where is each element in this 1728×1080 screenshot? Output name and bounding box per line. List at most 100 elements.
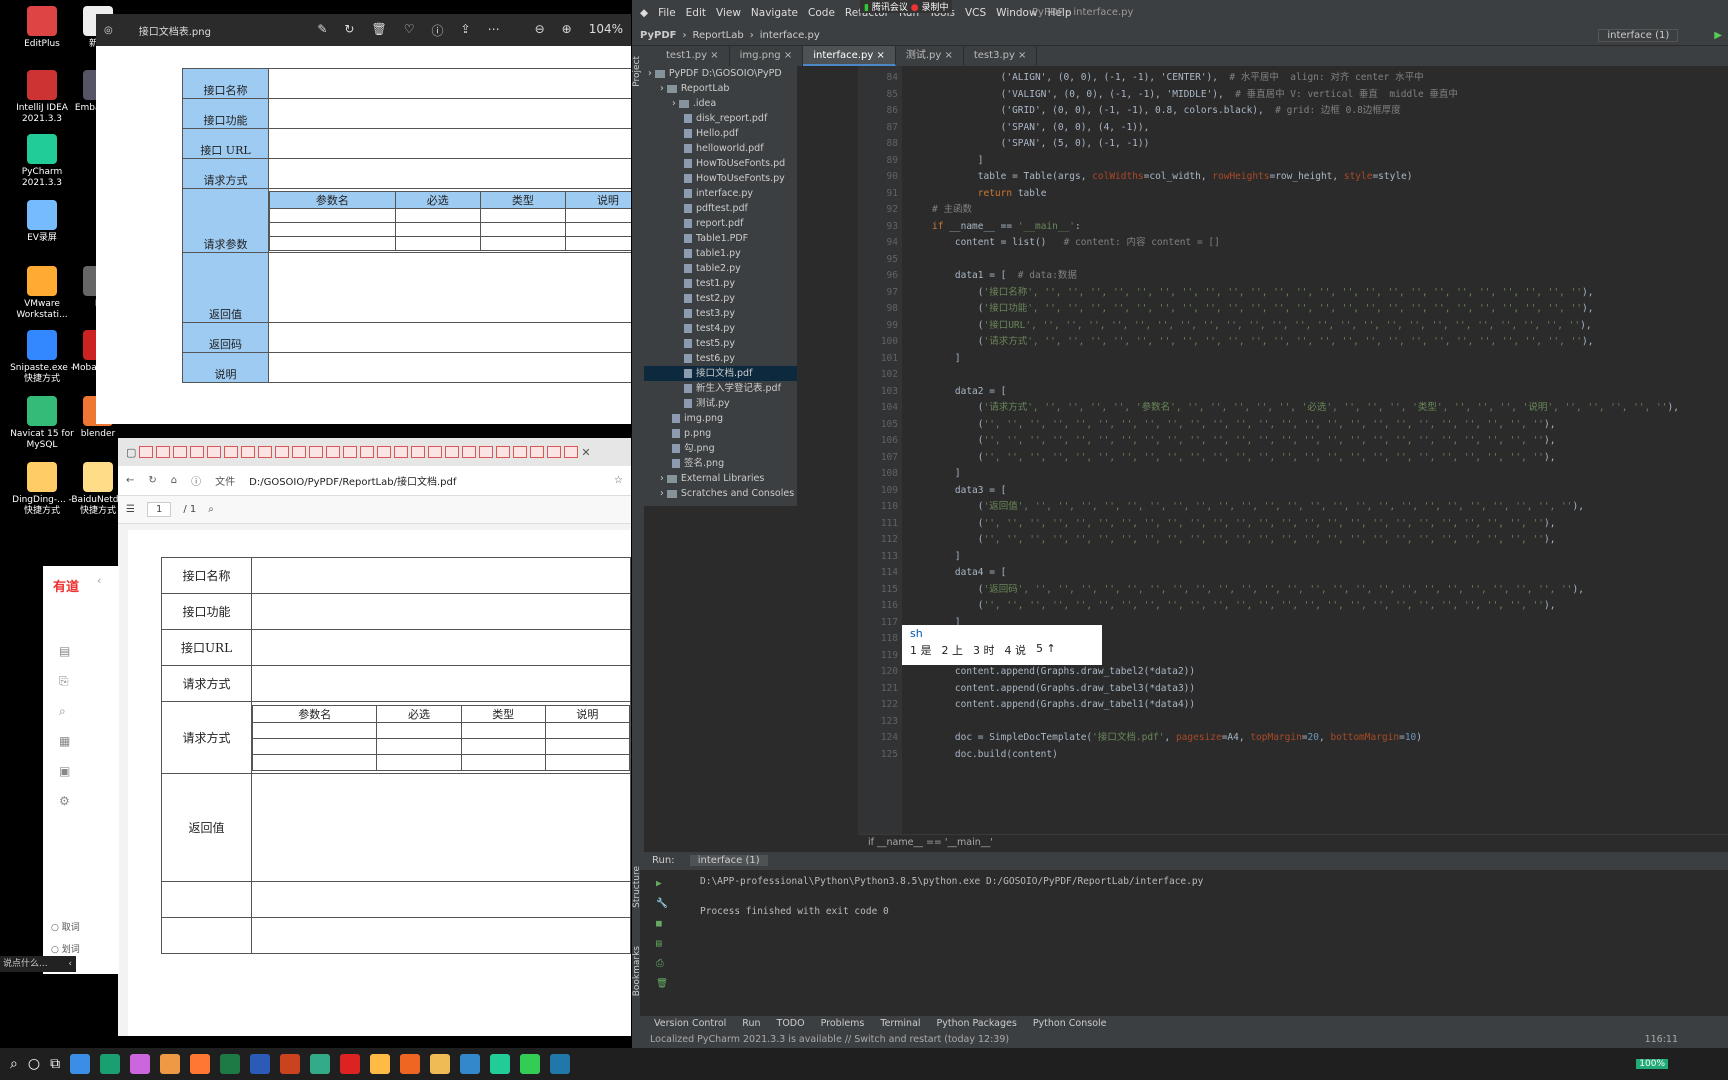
youdao-taskbar-icon[interactable] [340, 1054, 361, 1074]
pdf-tab-icon[interactable] [411, 446, 426, 458]
cursor-position[interactable]: 116:11 [1645, 1032, 1678, 1048]
more-icon[interactable]: ⋯ [488, 22, 500, 39]
tree-file[interactable]: helloworld.pdf [644, 141, 797, 156]
app4-taskbar-icon[interactable] [400, 1054, 421, 1074]
pdf-tab-icon[interactable] [547, 446, 562, 458]
pdf-tab-icon[interactable] [445, 446, 460, 458]
tree-file[interactable]: 接口文档.pdf [644, 366, 797, 381]
layout-icon[interactable]: ▤ [656, 934, 668, 954]
favorite-add-icon[interactable]: ☆ [614, 475, 623, 486]
editor-tab[interactable]: test1.py × [656, 46, 730, 66]
desktop-icon[interactable]: EditPlus [10, 6, 74, 50]
task-view-icon[interactable]: ⧉ [50, 1056, 60, 1072]
project-tool-button[interactable]: Project [632, 56, 642, 87]
zoom-in-icon[interactable]: ⊕ [562, 22, 572, 39]
tree-file[interactable]: img.png [644, 411, 797, 426]
tool-window-button[interactable]: Run [742, 1016, 760, 1032]
tree-file[interactable]: disk_report.pdf [644, 111, 797, 126]
editor-tab[interactable]: 测试.py × [896, 46, 964, 66]
reload-icon[interactable]: ↻ [148, 475, 156, 486]
rerun-icon[interactable]: ▶ [656, 874, 668, 894]
pdf-tab-icon[interactable] [190, 446, 205, 458]
chevron-icon[interactable]: › [648, 68, 655, 79]
address-path[interactable]: D:/GOSOIO/PyPDF/ReportLab/接口文档.pdf [249, 473, 456, 488]
chevron-icon[interactable]: › [660, 83, 667, 94]
menu-code[interactable]: Code [808, 7, 835, 19]
youdao-input-hint[interactable]: 说点什么... ‹ [0, 956, 76, 972]
pdf-tab-icon[interactable] [173, 446, 188, 458]
contents-icon[interactable]: ☰ [126, 504, 135, 515]
tree-file[interactable]: 新生入学登记表.pdf [644, 381, 797, 396]
editor-tab[interactable]: test3.py × [964, 46, 1038, 66]
chevron-icon[interactable]: › [660, 488, 667, 499]
tool-window-button[interactable]: TODO [777, 1016, 805, 1032]
search-icon[interactable]: ⌕ [208, 504, 214, 515]
pdf-tab-icon[interactable] [513, 446, 528, 458]
zoom-out-icon[interactable]: ⊖ [535, 22, 545, 39]
tree-file[interactable]: table1.py [644, 246, 797, 261]
ime-candidate[interactable]: 4 说 [1005, 642, 1027, 658]
run-config-select[interactable]: interface (1) [1598, 29, 1679, 42]
search-icon[interactable]: ⌕ [59, 696, 70, 726]
close-icon[interactable]: × [941, 50, 952, 61]
desktop-icon[interactable]: Snipaste.exe - 快捷方式 [10, 330, 74, 385]
chevron-icon[interactable]: › [672, 98, 679, 109]
nav-file[interactable]: interface.py [760, 30, 820, 41]
app7-taskbar-icon[interactable] [550, 1054, 571, 1074]
tree-file[interactable]: Table1.PDF [644, 231, 797, 246]
menu-edit[interactable]: Edit [686, 7, 706, 19]
pdf-tab-icon[interactable] [326, 446, 341, 458]
edit-icon[interactable]: ✎ [317, 22, 327, 39]
tree-folder[interactable]: › ReportLab [644, 81, 797, 96]
pdf-tab-icon[interactable] [343, 446, 358, 458]
close-icon[interactable]: × [781, 50, 792, 61]
dict-icon[interactable]: ▤ [59, 636, 70, 666]
tree-file[interactable]: HowToUseFonts.pd [644, 156, 797, 171]
pdf-tab-icon[interactable] [292, 446, 307, 458]
pdf-tab-icon[interactable] [224, 446, 239, 458]
tree-folder[interactable]: › Scratches and Consoles [644, 486, 797, 501]
tree-folder[interactable]: › .idea [644, 96, 797, 111]
doc-icon[interactable]: ▦ [59, 726, 70, 756]
app3-taskbar-icon[interactable] [370, 1054, 391, 1074]
tree-file[interactable]: report.pdf [644, 216, 797, 231]
run-icon[interactable]: ▶ [1714, 30, 1722, 41]
tool-window-button[interactable]: Python Console [1033, 1016, 1107, 1032]
pdf-tab-icon[interactable] [207, 446, 222, 458]
stop-icon[interactable]: ■ [656, 914, 668, 934]
close-icon[interactable]: ✕ [581, 446, 590, 459]
rotate-icon[interactable]: ↻ [344, 22, 354, 39]
tree-file[interactable]: p.png [644, 426, 797, 441]
word-taskbar-icon[interactable] [250, 1054, 271, 1074]
ime-candidate[interactable]: 2 上 [942, 642, 964, 658]
tree-file[interactable]: pdftest.pdf [644, 201, 797, 216]
nav-project[interactable]: PyPDF [640, 30, 677, 41]
menu-file[interactable]: File [658, 7, 676, 19]
pycharm-taskbar-icon[interactable] [490, 1054, 511, 1074]
editor-tab[interactable]: interface.py × [803, 46, 896, 66]
more-icon[interactable]: ⚙ [59, 786, 70, 816]
pdf-tab-icon[interactable] [428, 446, 443, 458]
option-quci[interactable]: ○ 取词 [51, 920, 80, 933]
close-icon[interactable]: × [1015, 50, 1026, 61]
note-icon[interactable]: ▣ [59, 756, 70, 786]
ime-candidate[interactable]: 5 ↑ [1036, 642, 1056, 658]
tree-file[interactable]: Hello.pdf [644, 126, 797, 141]
menu-vcs[interactable]: VCS [965, 7, 986, 19]
pdf-tab-icon[interactable] [479, 446, 494, 458]
tool-window-button[interactable]: Terminal [880, 1016, 920, 1032]
editor-tab[interactable]: img.png × [730, 46, 804, 66]
pdf-tab-icon[interactable] [139, 446, 154, 458]
menu-view[interactable]: View [716, 7, 741, 19]
tree-file[interactable]: 勾.png [644, 441, 797, 456]
code-editor[interactable]: 84 ('ALIGN', (0, 0), (-1, -1), 'CENTER')… [858, 66, 1728, 836]
tree-file[interactable]: test5.py [644, 336, 797, 351]
desktop-icon[interactable]: Navicat 15 for MySQL [10, 396, 74, 451]
pdf-tab-icon[interactable] [530, 446, 545, 458]
tree-file[interactable]: test3.py [644, 306, 797, 321]
desktop-icon[interactable]: DingDing-... - 快捷方式 [10, 462, 74, 517]
back-icon[interactable]: ← [126, 475, 134, 486]
cortana-icon[interactable]: ○ [28, 1056, 40, 1072]
tree-file[interactable]: HowToUseFonts.py [644, 171, 797, 186]
close-icon[interactable]: × [873, 50, 884, 61]
